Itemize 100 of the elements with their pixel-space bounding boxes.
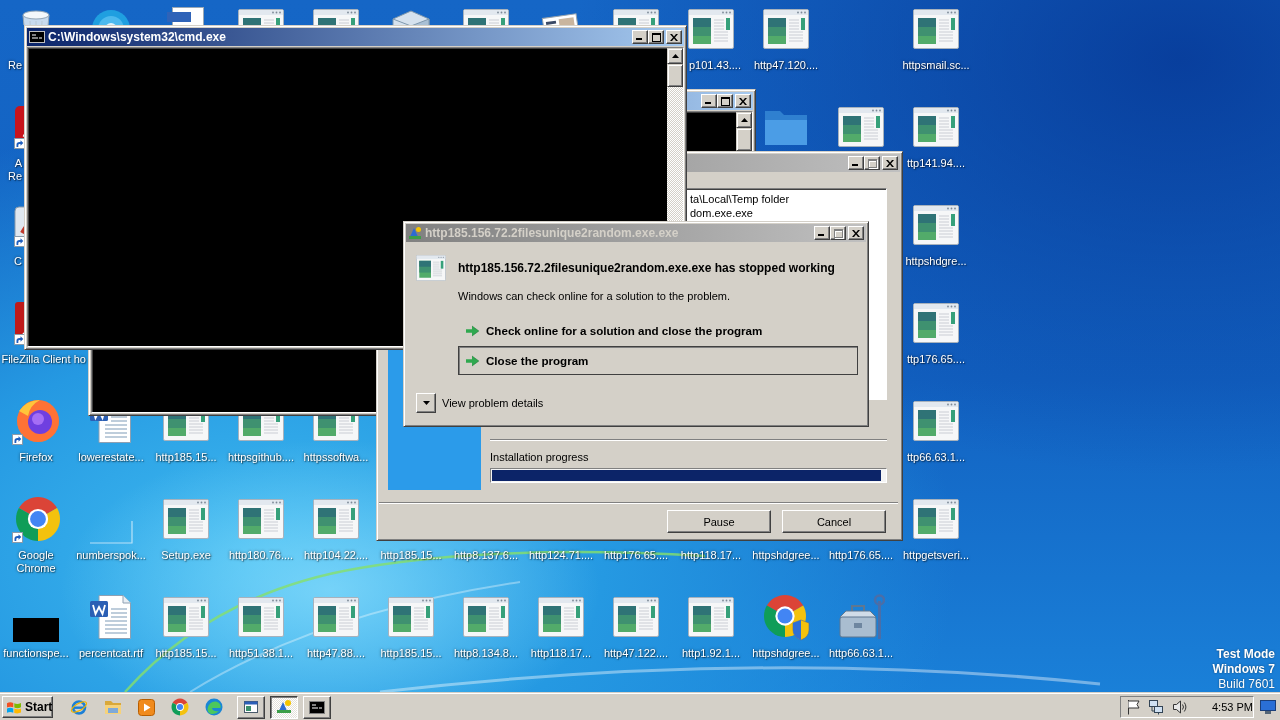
taskbar-button[interactable] — [270, 695, 298, 719]
browser-shield-icon[interactable] — [762, 593, 810, 641]
program-icon[interactable] — [238, 9, 284, 25]
icon-label[interactable]: http118.17... — [530, 647, 592, 660]
icon-label[interactable]: FileZilla Client — [1, 353, 71, 366]
icon-label[interactable]: httpshdgre... — [905, 255, 967, 268]
program-icon[interactable] — [463, 597, 509, 637]
title-bar[interactable]: C:\Windows\system32\cmd.exe — [27, 28, 684, 46]
program-icon[interactable] — [538, 597, 584, 637]
program-icon[interactable] — [838, 107, 884, 147]
program-icon[interactable] — [163, 416, 209, 441]
network-icon[interactable] — [1148, 699, 1164, 715]
program-icon[interactable] — [763, 9, 809, 49]
icon-label[interactable]: functionspe... — [3, 647, 69, 660]
document-icon[interactable] — [166, 7, 206, 25]
minimize-button[interactable] — [701, 94, 717, 108]
browser-icon[interactable] — [70, 698, 88, 716]
icon-label[interactable]: httpssoftwa... — [303, 451, 369, 464]
icon-label[interactable]: httpshdgree... — [752, 549, 820, 562]
minimize-button[interactable] — [848, 156, 864, 170]
browser-icon[interactable] — [12, 397, 60, 445]
maximize-button[interactable] — [648, 30, 664, 44]
minimize-button[interactable] — [814, 226, 830, 240]
program-icon[interactable] — [163, 499, 209, 539]
program-icon[interactable] — [238, 416, 284, 441]
icon-label[interactable]: Google Chrome — [0, 549, 72, 575]
program-icon[interactable] — [313, 9, 359, 25]
icon-label[interactable]: p101.43.... — [689, 59, 741, 72]
icon-label[interactable]: C — [14, 255, 22, 268]
thumbnail-icon[interactable] — [13, 618, 59, 642]
program-icon[interactable] — [313, 499, 359, 539]
flag-icon[interactable] — [1126, 699, 1140, 715]
close-button[interactable] — [882, 156, 898, 170]
icon-label[interactable]: ttp66.63.1... — [906, 451, 966, 464]
icon-label[interactable]: httpgetsveri... — [902, 549, 969, 562]
browser-icon[interactable] — [205, 698, 223, 716]
program-icon[interactable] — [163, 597, 209, 637]
close-button[interactable] — [848, 226, 864, 240]
icon-label[interactable]: ttp141.94.... — [906, 157, 966, 170]
icon-label[interactable]: http124.71.... — [528, 549, 594, 562]
program-icon[interactable] — [388, 597, 434, 637]
details-link[interactable]: View problem details — [442, 397, 544, 409]
toolbox-icon[interactable] — [837, 593, 885, 641]
title-bar[interactable] — [687, 92, 753, 110]
icon-label[interactable]: http1.92.1... — [681, 647, 741, 660]
scroll-up-button[interactable] — [736, 112, 752, 128]
scrollbar-thumb[interactable] — [667, 64, 683, 87]
icon-label[interactable]: ho — [73, 353, 86, 366]
program-icon[interactable] — [313, 597, 359, 637]
icon-label[interactable]: http185.15... — [380, 647, 442, 660]
icon-label[interactable]: http8.137.6... — [453, 549, 519, 562]
icon-label[interactable]: percentcat.rtf — [78, 647, 144, 660]
close-button[interactable] — [735, 94, 751, 108]
program-icon[interactable] — [238, 499, 284, 539]
icon-label[interactable]: http176.65.... — [603, 549, 669, 562]
program-icon[interactable] — [913, 401, 959, 441]
document-icon[interactable] — [89, 595, 133, 639]
program-icon[interactable] — [238, 597, 284, 637]
dialog-button[interactable]: Cancel — [782, 510, 886, 533]
icon-label[interactable]: http185.15... — [155, 451, 217, 464]
program-icon[interactable] — [613, 597, 659, 637]
document-icon[interactable] — [89, 416, 133, 443]
media-player-icon[interactable] — [138, 698, 155, 716]
clock[interactable]: 4:53 PM — [1212, 701, 1253, 713]
program-icon[interactable] — [913, 107, 959, 147]
icon-label[interactable]: httpsmail.sc... — [902, 59, 970, 72]
icon-label[interactable]: http47.122.... — [603, 647, 669, 660]
icon-label[interactable]: http66.63.1... — [828, 647, 894, 660]
icon-label[interactable]: Setup.exe — [161, 549, 211, 562]
volume-icon[interactable] — [1172, 699, 1188, 715]
icon-label[interactable]: http47.120.... — [753, 59, 819, 72]
program-icon[interactable] — [463, 9, 509, 25]
maximize-button[interactable] — [717, 94, 733, 108]
icon-label[interactable]: http180.76.... — [228, 549, 294, 562]
program-icon[interactable] — [913, 499, 959, 539]
icon-label[interactable]: Firefox — [19, 451, 53, 464]
icon-label[interactable]: httpsgithub.... — [227, 451, 294, 464]
scrollbar-thumb[interactable] — [736, 128, 752, 151]
program-icon[interactable] — [913, 205, 959, 245]
browser-icon[interactable] — [12, 495, 60, 543]
icon-label[interactable]: http47.88.... — [306, 647, 366, 660]
command-link[interactable]: Close the program — [458, 346, 858, 375]
scroll-up-button[interactable] — [667, 48, 683, 64]
icon-label[interactable]: A Re — [7, 157, 22, 183]
icon-label[interactable]: httpshdgree... — [752, 647, 820, 660]
program-icon[interactable] — [688, 597, 734, 637]
program-icon[interactable] — [913, 303, 959, 343]
start-button[interactable]: Start — [2, 696, 53, 718]
title-bar[interactable]: http185.156.72.2filesunique2random.exe.exe — [406, 224, 866, 242]
icon-label[interactable]: ttp176.65.... — [906, 353, 966, 366]
icon-label[interactable]: Re — [7, 59, 22, 72]
program-icon[interactable] — [313, 416, 359, 441]
minimize-button[interactable] — [632, 30, 648, 44]
dialog-button[interactable]: Pause — [667, 510, 771, 533]
icon-label[interactable]: http51.38.1... — [228, 647, 294, 660]
expand-button[interactable] — [416, 393, 436, 413]
icon-label[interactable]: http104.22.... — [303, 549, 369, 562]
command-link[interactable]: Check online for a solution and close the program — [458, 316, 858, 345]
monitor-icon[interactable] — [1260, 700, 1276, 714]
icon-label[interactable]: http176.65.... — [828, 549, 894, 562]
